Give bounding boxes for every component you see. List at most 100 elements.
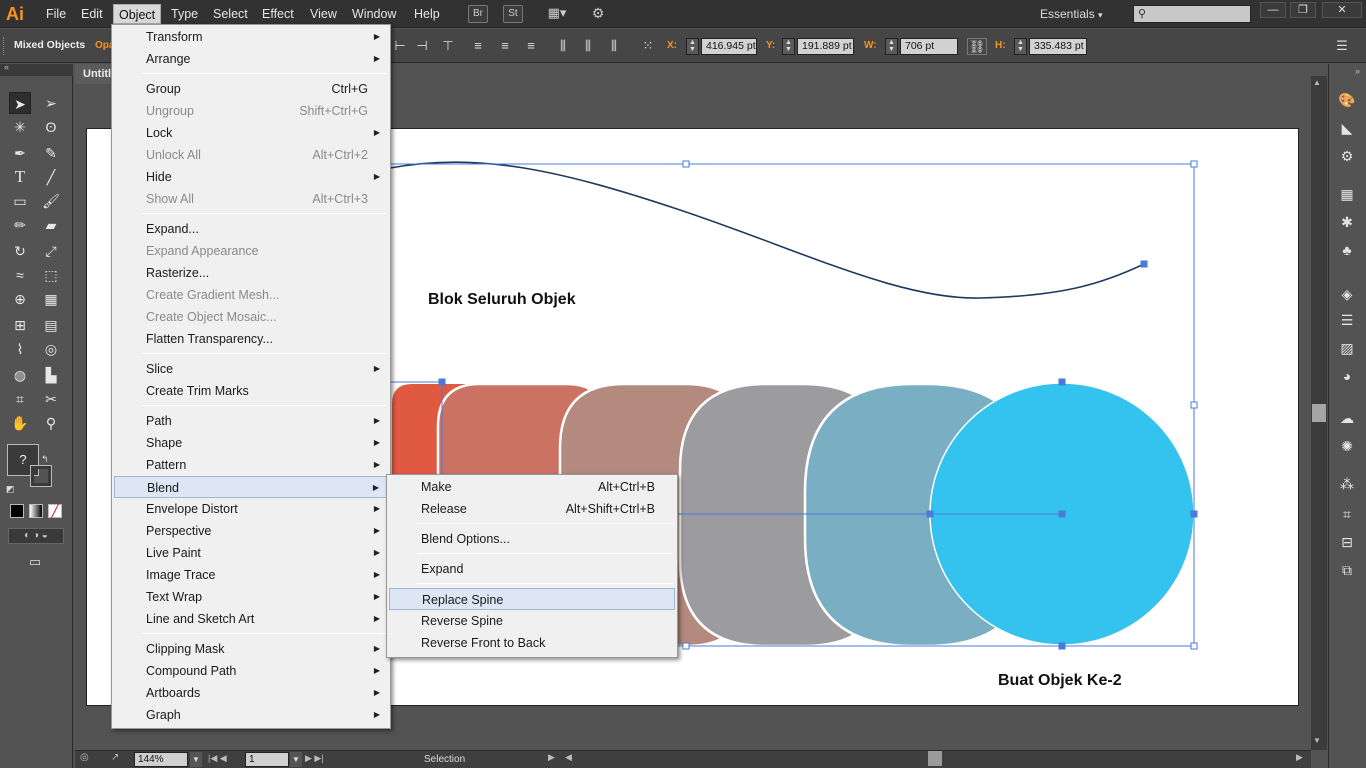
horizontal-scroll-thumb[interactable] — [928, 751, 942, 766]
status-menu-icon[interactable]: ▶ — [548, 752, 555, 763]
resize-handle[interactable] — [682, 160, 690, 168]
anchor-point[interactable] — [1140, 260, 1148, 268]
menu-separator — [417, 523, 673, 524]
stroke-panel-icon[interactable]: ☰ — [1337, 310, 1357, 330]
object-menu-item-compound-path[interactable]: Compound Path ▶ — [114, 660, 388, 682]
shortcut-label: Alt+Ctrl+B — [598, 480, 655, 494]
object-menu-item-text-wrap[interactable]: Text Wrap ▶ — [114, 586, 388, 608]
object-menu-item-line-and-sketch-art[interactable]: Line and Sketch Art ▶ — [114, 608, 388, 630]
object-menu-item-clipping-mask[interactable]: Clipping Mask ▶ — [114, 638, 388, 660]
scroll-down-icon[interactable]: ▼ — [1313, 736, 1321, 745]
resize-handle[interactable] — [1190, 160, 1198, 168]
menu-item-label: Hide — [146, 170, 172, 184]
pathfinder-icon[interactable]: ⧉ — [1337, 560, 1357, 580]
object-menu-item-rasterize[interactable]: Rasterize... — [114, 262, 388, 284]
anchor-point[interactable] — [1058, 378, 1066, 386]
object-menu-item-ungroup[interactable]: Ungroup Shift+Ctrl+G — [114, 100, 388, 122]
menu-item-label: Text Wrap — [146, 590, 203, 604]
menu-item-label: Clipping Mask — [146, 642, 225, 656]
artboard-dropdown-icon[interactable]: ▼ — [290, 752, 302, 767]
object-menu-item-artboards[interactable]: Artboards ▶ — [114, 682, 388, 704]
object-menu-item-pattern[interactable]: Pattern ▶ — [114, 454, 388, 476]
transform-panel-icon[interactable]: ⌗ — [1337, 504, 1357, 524]
next-artboard-icon[interactable]: ▶ ▶| — [305, 753, 324, 764]
color-guide-icon[interactable]: ◣ — [1337, 118, 1357, 138]
resize-handle[interactable] — [682, 642, 690, 650]
scroll-left-icon[interactable]: ◀ — [565, 752, 572, 763]
scroll-right-icon[interactable]: ▶ — [1296, 752, 1303, 763]
object-menu-item-graph[interactable]: Graph ▶ — [114, 704, 388, 726]
object-menu-item-create-gradient-mesh[interactable]: Create Gradient Mesh... — [114, 284, 388, 306]
object-menu-item-blend[interactable]: Blend ▶ — [114, 476, 388, 498]
menu-item-label: Transform — [146, 30, 203, 44]
blend-menu-item-expand[interactable]: Expand — [389, 558, 675, 580]
object-menu-item-shape[interactable]: Shape ▶ — [114, 432, 388, 454]
object-menu-item-expand[interactable]: Expand... — [114, 218, 388, 240]
object-menu-item-hide[interactable]: Hide ▶ — [114, 166, 388, 188]
kuler-icon[interactable]: ⚙ — [1337, 146, 1357, 166]
submenu-arrow-icon: ▶ — [373, 54, 380, 63]
object-menu-item-image-trace[interactable]: Image Trace ▶ — [114, 564, 388, 586]
zoom-dropdown-icon[interactable]: ▼ — [190, 752, 202, 767]
blend-menu-item-make[interactable]: Make Alt+Ctrl+B — [389, 476, 675, 498]
open-in-bridge-icon[interactable]: ↗ — [111, 752, 119, 763]
menu-item-label: Unlock All — [146, 148, 201, 162]
symbols-icon[interactable]: ♣ — [1337, 240, 1357, 260]
artboard-field[interactable]: 1 — [245, 752, 289, 767]
anchor-point[interactable] — [1058, 510, 1066, 518]
menu-item-label: Reverse Spine — [421, 614, 503, 628]
appearance-icon[interactable]: ✺ — [1337, 436, 1357, 456]
shortcut-label: Alt+Ctrl+2 — [312, 148, 368, 162]
expand-panels-icon[interactable]: » — [1355, 66, 1360, 76]
object-menu-item-group[interactable]: Group Ctrl+G — [114, 78, 388, 100]
resize-handle[interactable] — [1190, 401, 1198, 409]
blend-menu-item-replace-spine[interactable]: Replace Spine — [389, 588, 675, 610]
first-artboard-icon[interactable]: |◀ ◀ — [208, 753, 227, 764]
color-panel-icon[interactable]: 🎨 — [1337, 90, 1357, 110]
swatches-icon[interactable]: ▦ — [1337, 184, 1357, 204]
creative-cloud-icon[interactable]: ☁ — [1337, 408, 1357, 428]
blend-menu-item-release[interactable]: Release Alt+Shift+Ctrl+B — [389, 498, 675, 520]
blend-menu-item-reverse-spine[interactable]: Reverse Spine — [389, 610, 675, 632]
brushes-icon[interactable]: ✱ — [1337, 212, 1357, 232]
menu-item-label: Create Gradient Mesh... — [146, 288, 280, 302]
submenu-arrow-icon: ▶ — [373, 570, 380, 579]
shortcut-label: Shift+Ctrl+G — [299, 104, 368, 118]
anchor-point[interactable] — [1190, 510, 1198, 518]
object-menu-item-expand-appearance[interactable]: Expand Appearance — [114, 240, 388, 262]
object-menu-item-create-object-mosaic[interactable]: Create Object Mosaic... — [114, 306, 388, 328]
resize-handle[interactable] — [1190, 642, 1198, 650]
object-menu-item-show-all[interactable]: Show All Alt+Ctrl+3 — [114, 188, 388, 210]
menu-item-label: Lock — [146, 126, 173, 140]
cc-status-icon[interactable]: ◎ — [80, 752, 89, 763]
object-menu-item-transform[interactable]: Transform ▶ — [114, 26, 388, 48]
anchor-point[interactable] — [1058, 642, 1066, 650]
blend-menu-item-reverse-front-to-back[interactable]: Reverse Front to Back — [389, 632, 675, 654]
vertical-scroll-thumb[interactable] — [1312, 404, 1326, 422]
layers-icon[interactable]: ◈ — [1337, 284, 1357, 304]
anchor-point[interactable] — [926, 510, 934, 518]
object-menu-item-path[interactable]: Path ▶ — [114, 410, 388, 432]
submenu-arrow-icon: ▶ — [373, 128, 380, 137]
blend-menu-item-blend-options[interactable]: Blend Options... — [389, 528, 675, 550]
menu-item-label: Blend Options... — [421, 532, 510, 546]
object-menu-item-create-trim-marks[interactable]: Create Trim Marks — [114, 380, 388, 402]
anchor-point[interactable] — [438, 378, 446, 386]
submenu-arrow-icon: ▶ — [373, 526, 380, 535]
zoom-field[interactable]: 144% — [134, 752, 188, 767]
object-menu-item-flatten-transparency[interactable]: Flatten Transparency... — [114, 328, 388, 350]
scroll-up-icon[interactable]: ▲ — [1313, 78, 1321, 87]
object-menu-item-arrange[interactable]: Arrange ▶ — [114, 48, 388, 70]
object-menu-item-lock[interactable]: Lock ▶ — [114, 122, 388, 144]
transparency-icon[interactable]: ◕ — [1337, 366, 1357, 386]
object-menu-item-live-paint[interactable]: Live Paint ▶ — [114, 542, 388, 564]
gradient-panel-icon[interactable]: ▨ — [1337, 338, 1357, 358]
object-menu-item-slice[interactable]: Slice ▶ — [114, 358, 388, 380]
object-menu-item-perspective[interactable]: Perspective ▶ — [114, 520, 388, 542]
wave-path[interactable] — [389, 161, 1145, 299]
menu-item-label: Rasterize... — [146, 266, 210, 280]
graphic-styles-icon[interactable]: ⁂ — [1337, 474, 1357, 494]
object-menu-item-unlock-all[interactable]: Unlock All Alt+Ctrl+2 — [114, 144, 388, 166]
object-menu-item-envelope-distort[interactable]: Envelope Distort ▶ — [114, 498, 388, 520]
align-panel-icon[interactable]: ⊟ — [1337, 532, 1357, 552]
